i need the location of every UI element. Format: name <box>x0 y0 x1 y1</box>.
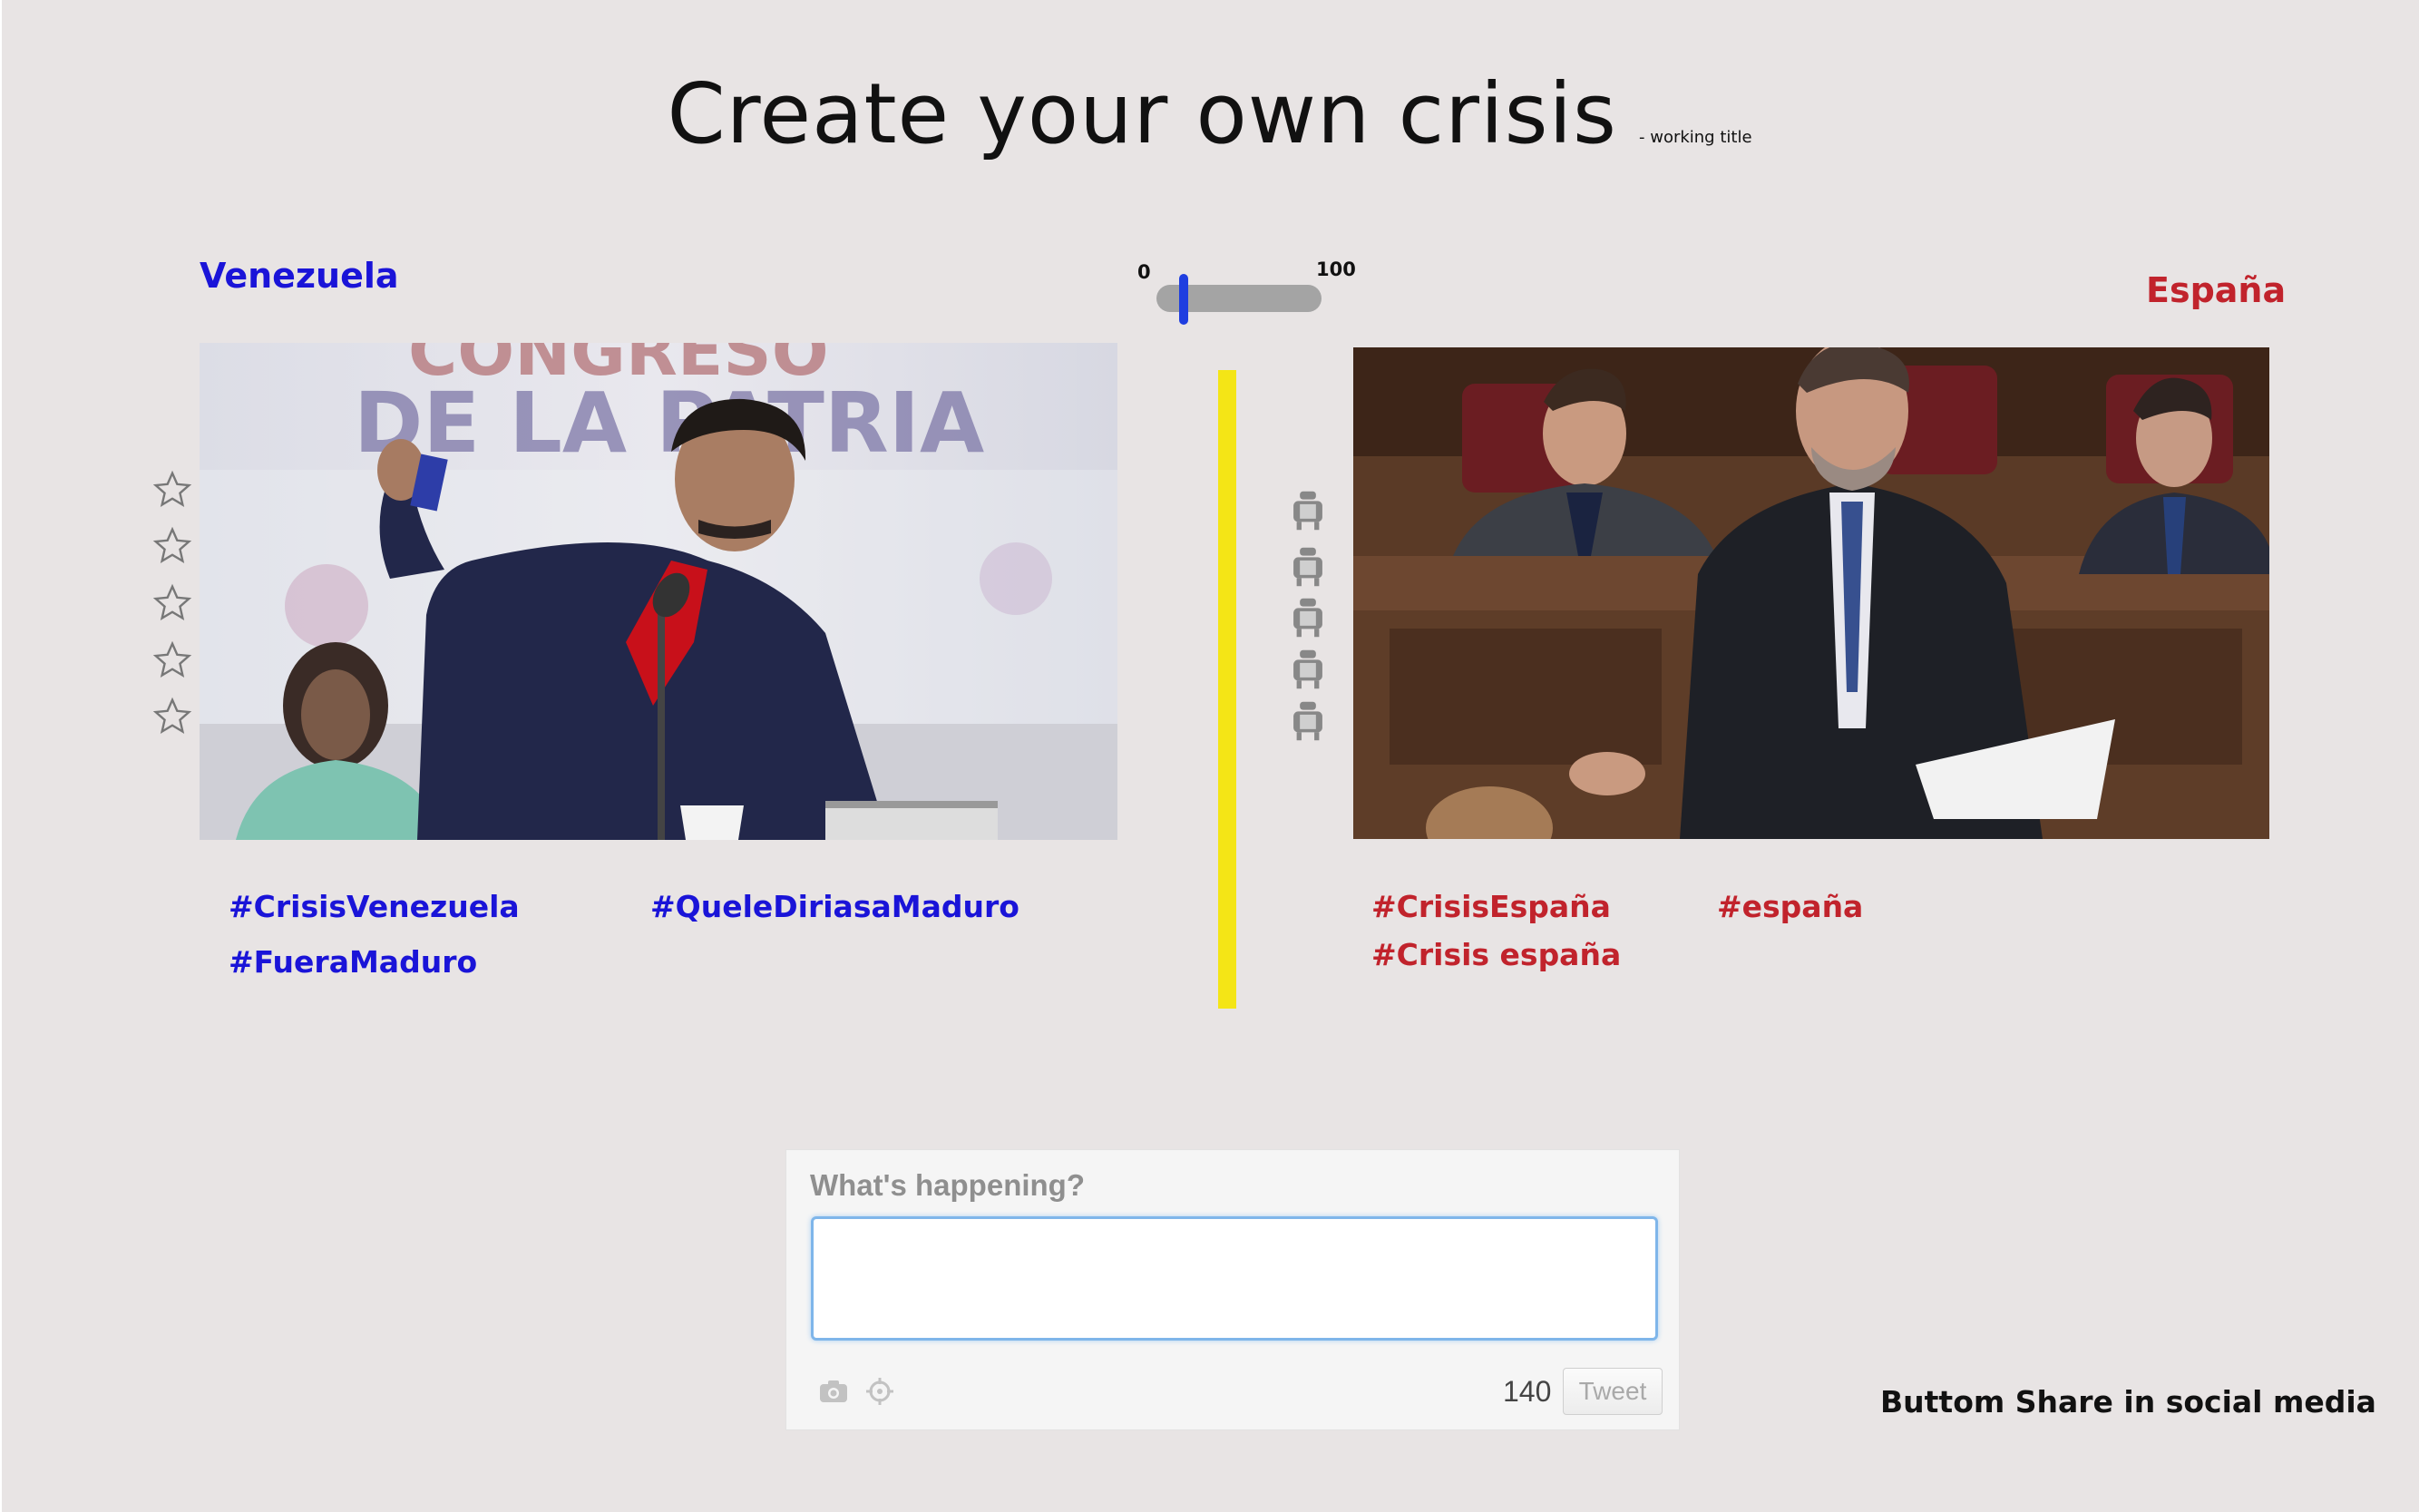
page-title: Create your own crisis <box>667 65 1617 162</box>
star-icon[interactable] <box>152 470 192 510</box>
venezuela-photo: CONGRESO DE LA PATRIA <box>200 343 1117 840</box>
star-icon[interactable] <box>152 697 192 736</box>
tweet-input[interactable] <box>811 1216 1658 1341</box>
seat-icon[interactable] <box>1288 649 1328 690</box>
country-label-venezuela: Venezuela <box>200 256 399 296</box>
crisis-slider[interactable] <box>1156 274 1322 325</box>
hashtag-espana[interactable]: #españa <box>1717 889 1863 924</box>
center-divider <box>1218 370 1236 1009</box>
seat-icon[interactable] <box>1288 546 1328 588</box>
star-icon[interactable] <box>152 526 192 566</box>
seat-icon[interactable] <box>1288 597 1328 639</box>
svg-text:DE LA PATRIA: DE LA PATRIA <box>354 375 984 472</box>
hashtag-fueramaduro[interactable]: #FueraMaduro <box>229 944 477 980</box>
star-icon[interactable] <box>152 640 192 680</box>
location-icon[interactable] <box>865 1377 894 1406</box>
character-counter: 140 <box>1503 1375 1552 1408</box>
tweet-prompt: What's happening? <box>810 1168 1085 1202</box>
espana-photo <box>1353 347 2269 839</box>
title-block: Create your own crisis - working title <box>0 65 2419 162</box>
seat-icon[interactable] <box>1288 490 1328 532</box>
hashtag-crisis-espana-spaced[interactable]: #Crisis españa <box>1371 937 1621 972</box>
slider-thumb[interactable] <box>1179 274 1189 325</box>
hashtag-quelediriasamaduro[interactable]: #QueleDiriasaMaduro <box>650 889 1019 924</box>
hashtag-crisis-espana[interactable]: #CrisisEspaña <box>1371 889 1611 924</box>
hashtag-crisis-venezuela[interactable]: #CrisisVenezuela <box>229 889 520 924</box>
tweet-button[interactable]: Tweet <box>1563 1368 1663 1415</box>
page-subtitle: - working title <box>1639 128 1752 147</box>
star-icon[interactable] <box>152 583 192 623</box>
country-label-espana: España <box>2146 270 2287 310</box>
slider-max-label: 100 <box>1316 259 1356 280</box>
tweet-composer: What's happening? 140 Tweet <box>785 1149 1680 1430</box>
camera-icon[interactable] <box>818 1379 849 1404</box>
slider-min-label: 0 <box>1137 261 1151 283</box>
share-note: Buttom Share in social media <box>1880 1384 2376 1419</box>
page-left-edge <box>0 0 2 1512</box>
seat-icon[interactable] <box>1288 700 1328 742</box>
